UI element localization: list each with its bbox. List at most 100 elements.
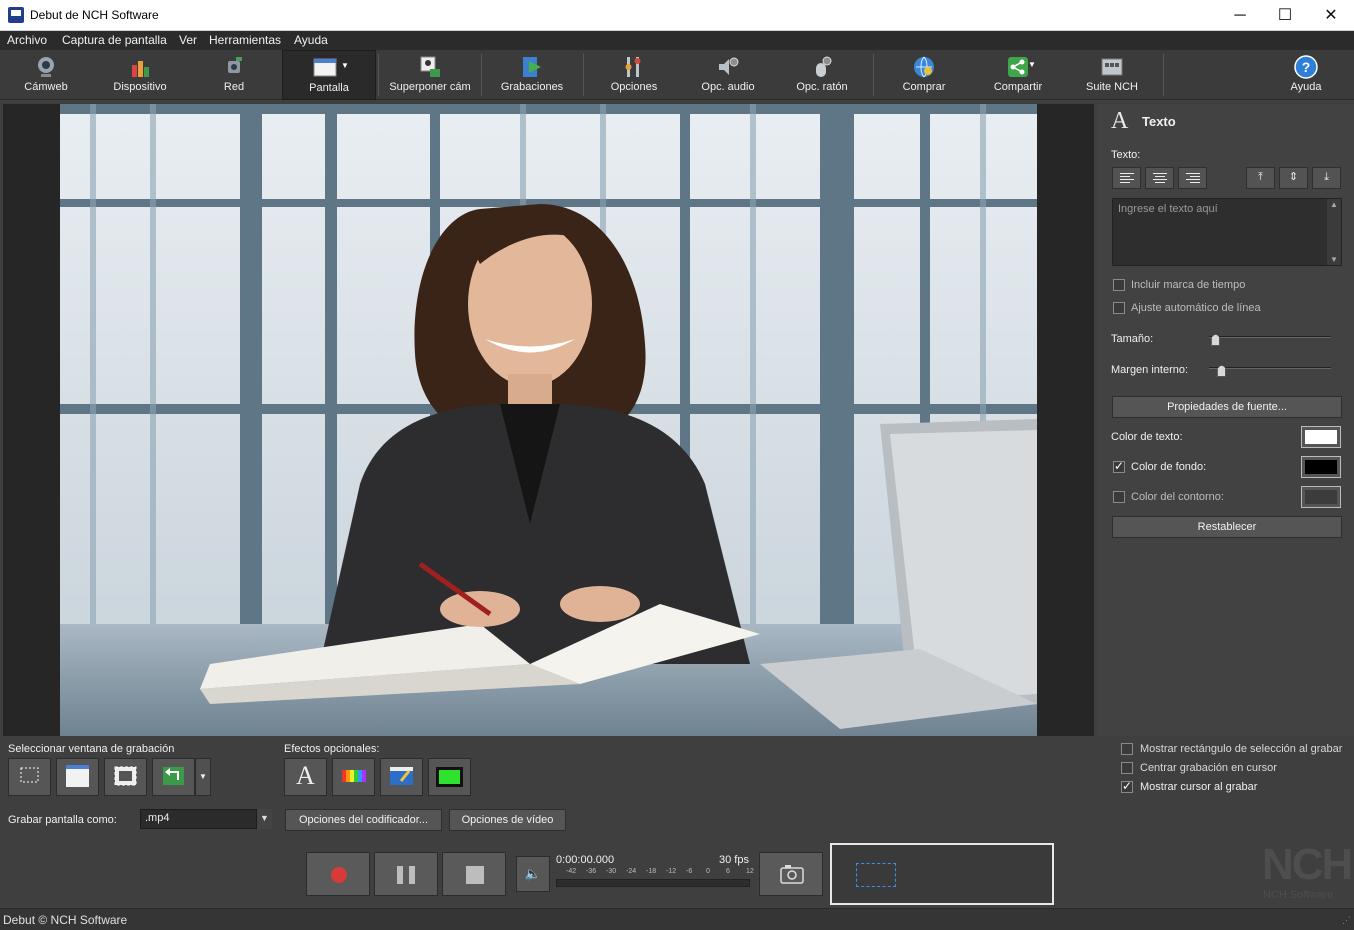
close-button[interactable]: ✕ bbox=[1308, 0, 1354, 31]
format-dropdown-icon[interactable]: ▼ bbox=[256, 809, 272, 829]
suite-label: Suite NCH bbox=[1086, 81, 1138, 93]
compartir-dropdown-icon[interactable]: ▼ bbox=[1028, 60, 1036, 69]
select-fullscreen-button[interactable] bbox=[104, 758, 147, 796]
meter-tick-label: -6 bbox=[686, 868, 693, 875]
effect-text-button[interactable]: A bbox=[284, 758, 327, 796]
effect-color-button[interactable] bbox=[332, 758, 375, 796]
superponer-label: Superponer cám bbox=[389, 81, 471, 93]
svg-text:?: ? bbox=[1302, 59, 1311, 75]
suite-icon bbox=[1101, 58, 1123, 76]
align-center-button[interactable] bbox=[1145, 167, 1174, 189]
previous-selection-button[interactable] bbox=[152, 758, 195, 796]
compartir-button[interactable]: ▼ Compartir bbox=[978, 50, 1058, 100]
text-scrollbar[interactable]: ▲ ▼ bbox=[1327, 199, 1341, 265]
menu-herramientas[interactable]: Herramientas bbox=[209, 33, 281, 47]
pantalla-dropdown-icon[interactable]: ▼ bbox=[341, 61, 349, 70]
text-effect-icon: A bbox=[1111, 108, 1129, 134]
resize-grip-icon[interactable]: ⋰ bbox=[1342, 915, 1351, 926]
record-button[interactable] bbox=[306, 852, 370, 896]
effects-label: Efectos opcionales: bbox=[284, 743, 380, 755]
meter-tick-label: -18 bbox=[646, 868, 657, 875]
size-slider-track[interactable] bbox=[1209, 336, 1331, 338]
menu-archivo[interactable]: Archivo bbox=[7, 33, 47, 47]
reset-button[interactable]: Restablecer bbox=[1112, 516, 1342, 538]
selection-dropdown-icon[interactable]: ▼ bbox=[195, 758, 211, 796]
auto-wrap-checkbox[interactable] bbox=[1113, 302, 1125, 314]
app-icon bbox=[8, 7, 24, 23]
padding-slider-track[interactable] bbox=[1209, 367, 1331, 369]
select-region-button[interactable] bbox=[8, 758, 51, 796]
select-window-label: Seleccionar ventana de grabación bbox=[8, 743, 175, 755]
camera-icon bbox=[780, 865, 804, 884]
outline-color-label: Color del contorno: bbox=[1131, 491, 1224, 503]
comprar-button[interactable]: Comprar bbox=[884, 50, 964, 100]
text-color-swatch[interactable] bbox=[1301, 426, 1341, 448]
bg-color-label: Color de fondo: bbox=[1131, 461, 1207, 473]
font-properties-button[interactable]: Propiedades de fuente... bbox=[1112, 396, 1342, 418]
meter-tick-label: 12 bbox=[746, 868, 754, 875]
menu-ayuda[interactable]: Ayuda bbox=[294, 33, 328, 47]
valign-top-button[interactable]: ⤒ bbox=[1246, 167, 1275, 189]
ayuda-button[interactable]: ? Ayuda bbox=[1268, 50, 1344, 100]
maximize-button[interactable]: ☐ bbox=[1262, 0, 1308, 31]
nch-logo-sub: NCH Software bbox=[1263, 889, 1334, 901]
outline-color-checkbox[interactable] bbox=[1113, 491, 1125, 503]
status-bar: Debut © NCH Software ⋰ bbox=[0, 908, 1354, 930]
align-left-button[interactable] bbox=[1112, 167, 1141, 189]
dispositivo-button[interactable]: Dispositivo bbox=[100, 50, 180, 100]
stop-button[interactable] bbox=[442, 852, 506, 896]
effect-watermark-button[interactable] bbox=[380, 758, 423, 796]
effect-chroma-button[interactable] bbox=[428, 758, 471, 796]
suite-nch-button[interactable]: Suite NCH bbox=[1072, 50, 1152, 100]
text-color-label: Color de texto: bbox=[1111, 431, 1183, 443]
encoder-options-button[interactable]: Opciones del codificador... bbox=[285, 809, 442, 831]
valign-bottom-button[interactable]: ⤓ bbox=[1312, 167, 1341, 189]
bg-color-checkbox[interactable] bbox=[1113, 459, 1125, 473]
bg-color-swatch[interactable] bbox=[1301, 456, 1341, 478]
panel-title: Texto bbox=[1142, 114, 1176, 129]
grabaciones-button[interactable]: Grabaciones bbox=[490, 50, 574, 100]
volume-button[interactable]: 🔈 bbox=[516, 856, 550, 892]
pause-button[interactable] bbox=[374, 852, 438, 896]
superponer-button[interactable]: Superponer cám bbox=[385, 50, 475, 100]
valign-middle-button[interactable]: ⇕ bbox=[1279, 167, 1308, 189]
dispositivo-label: Dispositivo bbox=[113, 81, 167, 93]
opc-audio-button[interactable]: Opc. audio bbox=[688, 50, 768, 100]
video-options-button[interactable]: Opciones de vídeo bbox=[449, 809, 566, 831]
meter-tick-label: -30 bbox=[606, 868, 617, 875]
share-icon bbox=[1008, 57, 1028, 77]
buy-globe-icon bbox=[914, 56, 934, 78]
minimize-button[interactable]: ─ bbox=[1217, 0, 1263, 31]
toolbar-separator bbox=[873, 54, 874, 96]
mouse-settings-icon bbox=[816, 56, 832, 77]
menu-captura[interactable]: Captura de pantalla bbox=[62, 33, 167, 47]
include-timestamp-checkbox[interactable] bbox=[1113, 279, 1125, 291]
camweb-button[interactable]: Cámweb bbox=[6, 50, 86, 100]
pause-icon bbox=[409, 866, 415, 884]
opc-raton-button[interactable]: Opc. ratón bbox=[782, 50, 862, 100]
format-select[interactable]: .mp4 bbox=[140, 809, 272, 829]
audio-meter bbox=[556, 879, 750, 887]
text-input-area[interactable]: Ingrese el texto aquí ▲ ▼ bbox=[1112, 198, 1342, 266]
pause-icon bbox=[397, 866, 403, 884]
fps-readout: 30 fps bbox=[719, 854, 749, 866]
text-input-placeholder: Ingrese el texto aquí bbox=[1118, 203, 1218, 215]
audio-settings-icon bbox=[719, 57, 739, 75]
pantalla-button[interactable]: ▼ Pantalla bbox=[282, 50, 376, 100]
preview-image bbox=[60, 104, 1037, 736]
outline-color-swatch[interactable] bbox=[1301, 486, 1341, 508]
select-window-button[interactable] bbox=[56, 758, 99, 796]
color-bars-icon bbox=[342, 770, 366, 782]
size-label: Tamaño: bbox=[1111, 333, 1154, 345]
red-button[interactable]: Red bbox=[194, 50, 274, 100]
menu-bar: Archivo Captura de pantalla Ver Herramie… bbox=[0, 31, 1354, 50]
show-cursor-checkbox[interactable] bbox=[1121, 779, 1133, 793]
compartir-label: Compartir bbox=[993, 81, 1043, 93]
show-selection-rect-checkbox[interactable] bbox=[1121, 743, 1133, 755]
menu-ver[interactable]: Ver bbox=[179, 33, 197, 47]
snapshot-button[interactable] bbox=[759, 852, 823, 896]
center-on-cursor-checkbox[interactable] bbox=[1121, 762, 1133, 774]
align-right-button[interactable] bbox=[1178, 167, 1207, 189]
opciones-button[interactable]: Opciones bbox=[594, 50, 674, 100]
toolbar-separator bbox=[481, 54, 482, 96]
